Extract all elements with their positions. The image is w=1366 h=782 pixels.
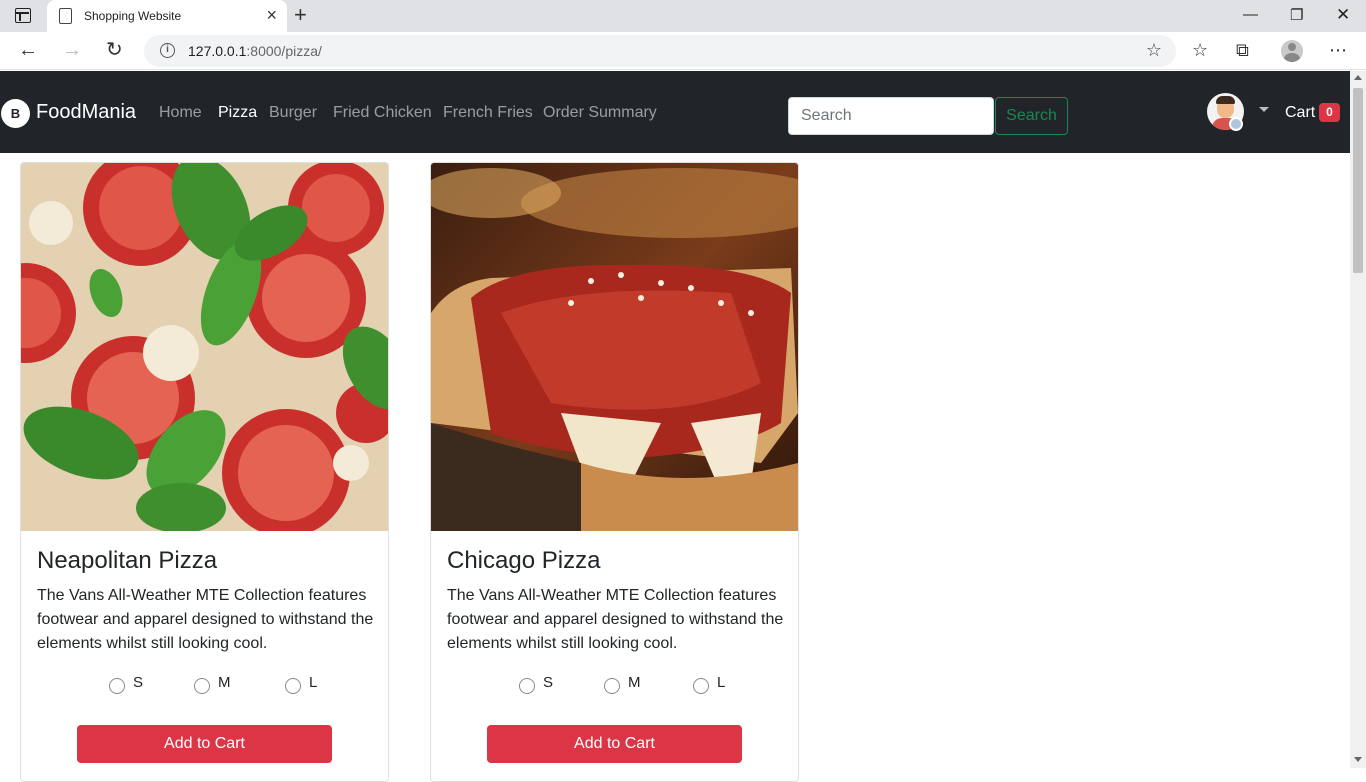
profile-icon[interactable]: [1281, 40, 1303, 62]
browser-tab-bar: Shopping Website × + — ❐ ✕: [0, 0, 1366, 32]
url-host: 127.0.0.1: [188, 43, 247, 59]
page-scrollbar[interactable]: [1350, 71, 1366, 768]
search-input[interactable]: [788, 97, 994, 135]
add-to-cart-button[interactable]: Add to Cart: [77, 725, 332, 763]
search-button[interactable]: Search: [995, 97, 1068, 135]
address-bar[interactable]: i 127.0.0.1:8000/pizza/ ☆: [144, 35, 1176, 67]
browser-toolbar: ← → ↻ i 127.0.0.1:8000/pizza/ ☆ ☆ ⧉ ⋯: [0, 32, 1366, 70]
scroll-up-icon[interactable]: [1354, 75, 1362, 80]
size-radio[interactable]: [604, 678, 620, 694]
cart-link[interactable]: Cart: [1285, 104, 1315, 122]
avatar-status-icon: [1229, 117, 1243, 131]
add-to-cart-button[interactable]: Add to Cart: [487, 725, 742, 763]
product-card: Neapolitan Pizza The Vans All-Weather MT…: [20, 162, 389, 782]
restore-icon[interactable]: ❐: [1290, 6, 1303, 24]
minimize-icon[interactable]: —: [1243, 6, 1258, 23]
refresh-icon[interactable]: ↻: [106, 39, 123, 61]
add-favorite-icon[interactable]: ☆: [1146, 40, 1162, 61]
nav-fried-chicken[interactable]: Fried Chicken: [333, 104, 432, 122]
close-window-icon[interactable]: ✕: [1336, 5, 1350, 25]
back-icon[interactable]: ←: [18, 39, 38, 61]
avatar-hair: [1216, 96, 1235, 104]
url-path: :8000/pizza/: [246, 43, 322, 59]
favorites-icon[interactable]: ☆: [1192, 39, 1208, 61]
size-label: M: [218, 674, 231, 691]
size-radio[interactable]: [285, 678, 301, 694]
site-info-icon[interactable]: i: [160, 43, 175, 58]
browser-tab[interactable]: Shopping Website ×: [47, 0, 287, 32]
product-image-neapolitan: [21, 163, 388, 531]
product-name: Neapolitan Pizza: [37, 547, 218, 574]
size-label: S: [133, 674, 144, 691]
url-text: 127.0.0.1:8000/pizza/: [188, 43, 322, 59]
size-label: L: [309, 674, 318, 691]
nav-order-summary[interactable]: Order Summary: [543, 104, 657, 122]
scroll-thumb[interactable]: [1353, 88, 1363, 273]
scroll-down-icon[interactable]: [1354, 757, 1362, 762]
size-radio[interactable]: [194, 678, 210, 694]
page-icon: [59, 8, 72, 24]
nav-pizza[interactable]: Pizza: [218, 104, 257, 122]
cart-count-badge: 0: [1319, 103, 1340, 122]
brand-name[interactable]: FoodMania: [36, 101, 136, 124]
new-tab-icon[interactable]: +: [294, 4, 307, 26]
nav-home[interactable]: Home: [159, 104, 202, 122]
nav-burger[interactable]: Burger: [269, 104, 317, 122]
collections-icon[interactable]: ⧉: [1236, 39, 1249, 61]
size-radio[interactable]: [109, 678, 125, 694]
user-dropdown-caret-icon[interactable]: [1259, 107, 1269, 112]
size-radio[interactable]: [519, 678, 535, 694]
product-description: The Vans All-Weather MTE Collection feat…: [37, 587, 374, 652]
size-label: L: [717, 674, 726, 691]
tab-actions-icon[interactable]: [15, 8, 31, 23]
product-image-chicago: [431, 163, 798, 531]
nav-french-fries[interactable]: French Fries: [443, 104, 533, 122]
close-tab-icon[interactable]: ×: [266, 6, 277, 24]
more-options-icon[interactable]: ⋯: [1329, 39, 1347, 61]
size-label: M: [628, 674, 641, 691]
site-navbar: B FoodMania Home Pizza Burger Fried Chic…: [0, 71, 1350, 153]
brand-logo[interactable]: B: [1, 99, 30, 128]
size-label: S: [543, 674, 554, 691]
product-name: Chicago Pizza: [447, 547, 601, 574]
tab-title: Shopping Website: [84, 9, 182, 23]
size-radio[interactable]: [693, 678, 709, 694]
product-card: Chicago Pizza The Vans All-Weather MTE C…: [430, 162, 799, 782]
product-description: The Vans All-Weather MTE Collection feat…: [447, 587, 784, 652]
forward-icon[interactable]: →: [62, 39, 82, 61]
